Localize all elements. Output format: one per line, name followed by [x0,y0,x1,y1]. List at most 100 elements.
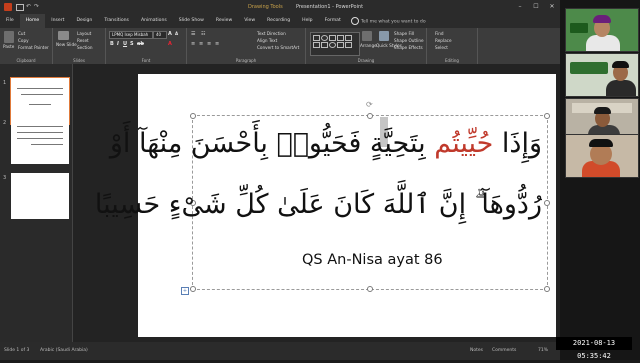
strikethrough-icon[interactable]: ab [137,41,144,47]
align-right-icon[interactable]: ≡ [207,41,211,47]
comments-button[interactable]: Comments [492,348,516,353]
resize-handle-se[interactable] [544,286,550,292]
minimize-button[interactable]: – [512,0,528,14]
copy-button[interactable]: Copy [18,38,29,43]
tab-design[interactable]: Design [70,14,98,28]
lightbulb-icon [350,17,359,25]
status-bar: Slide 1 of 3 Arabic (Saudi Arabia) Notes… [0,342,560,360]
font-name-field[interactable]: LPMQ Isep Misbah [109,31,153,39]
arabic-verse-line-2-text: رُدُّوهَآ ۗ إِنَّ ٱللَّهَ كَانَ عَلَىٰ ك… [94,189,542,220]
resize-handle-n[interactable] [367,113,373,119]
quick-styles-icon[interactable] [379,31,389,41]
context-tab-label: Drawing Tools [248,4,283,10]
tab-insert[interactable]: Insert [45,14,70,28]
drawing-group: Arrange Quick Styles Shape Fill Shape Ou… [306,28,427,64]
paste-button[interactable]: Paste [3,44,14,49]
find-button[interactable]: Find [435,31,444,36]
tab-home[interactable]: Home [19,13,46,29]
shape-fill-button[interactable]: Shape Fill [394,31,414,36]
language-indicator[interactable]: Arabic (Saudi Arabia) [40,348,88,353]
shadow-icon[interactable]: S [130,41,134,47]
new-slide-button[interactable]: New Slide [56,42,77,47]
shape-outline-button[interactable]: Shape Outline [394,38,424,43]
slide-thumbnails-panel: 1 2 3 [0,64,73,342]
align-center-icon[interactable]: ≡ [199,41,203,47]
bold-icon[interactable]: B [110,41,114,47]
close-button[interactable]: ✕ [544,0,560,14]
slide-thumbnail-3[interactable] [11,173,69,219]
arabic-verse-line-1-text: وَإِذَا حُيِّيتُم بِتَحِيَّةٍ فَحَيُّوا۟… [109,128,542,159]
numbering-icon[interactable]: ☷ [201,31,205,37]
tell-me-text: Tell me what you want to do [360,19,426,25]
font-color-icon[interactable]: A [168,41,172,47]
tab-slide-show[interactable]: Slide Show [173,14,210,28]
convert-smartart-button[interactable]: Convert to SmartArt [257,45,299,50]
shrink-font-icon[interactable]: A [175,31,178,36]
align-text-button[interactable]: Align Text [257,38,277,43]
paste-icon[interactable] [4,31,14,43]
clipboard-label: Clipboard [16,58,36,63]
slide-thumbnail-2[interactable] [11,118,69,164]
layout-button[interactable]: Layout [77,31,91,36]
tab-recording[interactable]: Recording [261,14,296,28]
replace-button[interactable]: Replace [435,38,452,43]
resize-handle-sw[interactable] [190,286,196,292]
ribbon-tabs: File Home Insert Design Transitions Anim… [0,13,560,29]
tab-format[interactable]: Format [319,14,347,28]
tab-file[interactable]: File [0,14,20,28]
video-tile-2[interactable] [565,53,639,97]
text-direction-button[interactable]: Text Direction [257,31,286,36]
italic-icon[interactable]: I [117,41,119,47]
font-size-field[interactable]: 40 [153,31,167,39]
paragraph-label: Paragraph [235,58,257,63]
zoom-level[interactable]: 71% [538,348,548,353]
select-button[interactable]: Select [435,45,448,50]
editing-label: Editing [445,58,459,63]
cut-button[interactable]: Cut [18,31,25,36]
font-group: LPMQ Isep Misbah 40 A A B I U S ab A Fon… [106,28,187,64]
shapes-gallery[interactable] [310,32,360,56]
tab-animations[interactable]: Animations [135,14,173,28]
resize-handle-s[interactable] [367,286,373,292]
arrange-icon[interactable] [362,31,372,41]
underline-icon[interactable]: U [123,41,127,47]
align-left-icon[interactable]: ≡ [191,41,195,47]
redo-icon[interactable]: ↷ [34,3,39,10]
justify-icon[interactable]: ≡ [215,41,219,47]
autofit-options-icon[interactable]: + [181,287,189,295]
thumb-number-3: 3 [3,175,7,181]
format-painter-button[interactable]: Format Painter [18,45,49,50]
recording-clock: 2021-08-13 05:35:42 [556,337,632,360]
resize-handle-nw[interactable] [190,113,196,119]
video-tile-4[interactable] [565,134,639,178]
undo-icon[interactable]: ↶ [26,3,31,10]
maximize-button[interactable]: ☐ [528,0,544,14]
tab-transitions[interactable]: Transitions [98,14,135,28]
shape-effects-button[interactable]: Shape Effects [394,45,423,50]
editing-group: Find Replace Select Editing [427,28,478,64]
rotate-handle-icon[interactable]: ⟳ [366,100,373,109]
verse-reference: QS An-Nisa ayat 86 [302,252,443,268]
section-button[interactable]: Section [77,45,93,50]
video-panel [560,0,640,360]
slide-count: Slide 1 of 3 [4,348,30,353]
thumb-number-1: 1 [3,80,7,86]
drawing-label: Drawing [357,58,375,63]
new-slide-icon[interactable] [58,31,69,40]
video-tile-1[interactable] [565,8,639,52]
save-icon[interactable] [16,4,24,11]
notes-button[interactable]: Notes [470,348,483,353]
grow-font-icon[interactable]: A [168,31,172,37]
tab-review[interactable]: Review [210,14,238,28]
bullets-icon[interactable]: ☰ [191,31,195,37]
ribbon: Paste Cut Copy Format Painter Clipboard … [0,28,560,64]
tell-me-box[interactable]: Tell me what you want to do [350,17,426,25]
reset-button[interactable]: Reset [77,38,89,43]
tab-view[interactable]: View [238,14,261,28]
resize-handle-ne[interactable] [544,113,550,119]
powerpoint-logo-icon [4,3,12,11]
resize-handle-e[interactable] [544,200,550,206]
arrange-button[interactable]: Arrange [360,43,377,48]
tab-help[interactable]: Help [296,14,318,28]
arabic-verse-line-1: وَإِذَا حُيِّيتُم بِتَحِيَّةٍ فَحَيُّوا۟… [110,128,542,159]
